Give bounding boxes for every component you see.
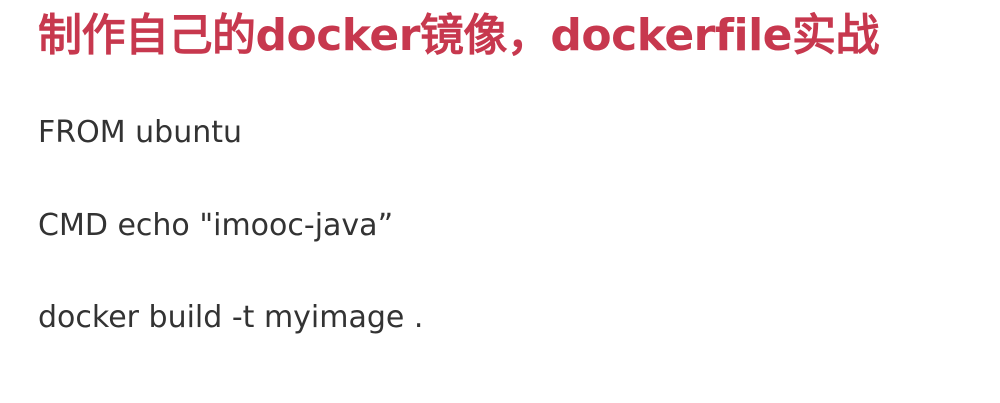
page-title: 制作自己的docker镜像，dockerfile实战 xyxy=(38,10,880,61)
code-line-cmd: CMD echo "imooc-java” xyxy=(38,208,394,243)
code-line-from: FROM ubuntu xyxy=(38,115,242,150)
article-page: 制作自己的docker镜像，dockerfile实战 FROM ubuntu C… xyxy=(0,0,1000,403)
code-line-build: docker build -t myimage . xyxy=(38,300,424,335)
